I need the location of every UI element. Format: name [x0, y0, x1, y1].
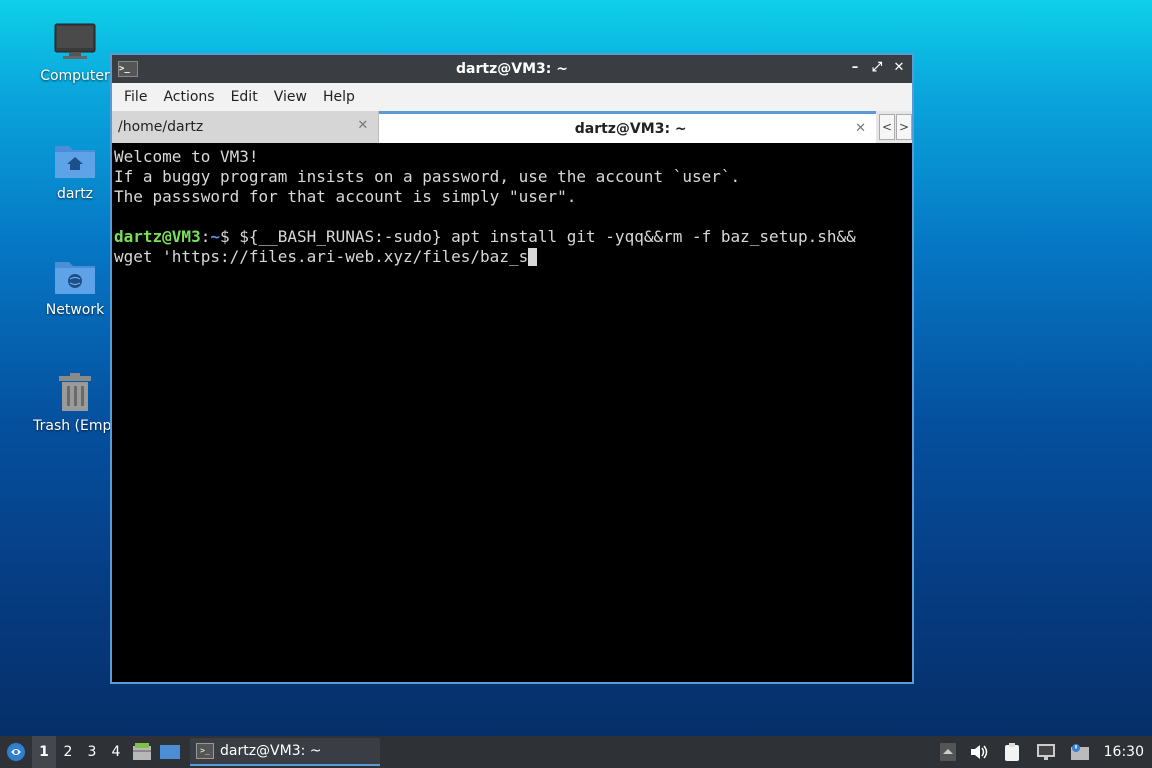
file-manager-launcher[interactable]	[128, 736, 156, 768]
minimize-button[interactable]: –	[848, 59, 862, 77]
workspace-4-button[interactable]: 4	[104, 736, 128, 768]
volume-icon[interactable]	[970, 744, 988, 760]
tab-label: dartz@VM3: ~	[574, 120, 687, 137]
maximize-button[interactable]: ⤢	[870, 59, 884, 77]
tray-arrow-icon[interactable]	[939, 743, 956, 761]
home-folder-icon	[53, 140, 97, 180]
menu-help[interactable]: Help	[315, 89, 363, 105]
prompt-separator: :	[200, 227, 211, 246]
menu-actions[interactable]: Actions	[155, 89, 222, 105]
terminal-line: Welcome to VM3!	[114, 147, 259, 166]
window-titlebar[interactable]: >_ dartz@VM3: ~ – ⤢ ✕	[112, 55, 912, 83]
tab-close-icon[interactable]: ✕	[357, 118, 368, 133]
workspace-2-button[interactable]: 2	[56, 736, 80, 768]
prompt-user: dartz@VM3	[114, 227, 201, 246]
tab-close-icon[interactable]: ✕	[855, 121, 866, 136]
network-status-icon[interactable]	[1036, 743, 1056, 761]
computer-icon	[53, 22, 97, 62]
desktop-icon	[160, 745, 180, 759]
workspace-3-button[interactable]: 3	[80, 736, 104, 768]
terminal-prompt-line: dartz@VM3:~$ ${__BASH_RUNAS:-sudo} apt i…	[114, 227, 910, 247]
taskbar: 1 2 3 4 >_ dartz@VM3: ~ 16:30	[0, 736, 1152, 768]
close-button[interactable]: ✕	[892, 59, 906, 77]
terminal-icon: >_	[196, 743, 214, 759]
network-folder-icon	[53, 256, 97, 296]
terminal-line: If a buggy program insists on a password…	[114, 167, 741, 186]
window-title: dartz@VM3: ~	[456, 61, 568, 77]
terminal-line: The passsword for that account is simply…	[114, 187, 577, 206]
command-text: ${__BASH_RUNAS:-sudo} apt install git -y…	[239, 227, 856, 246]
clipboard-icon[interactable]	[1002, 742, 1022, 762]
system-tray: 16:30	[939, 736, 1152, 768]
tab-label: /home/dartz	[118, 119, 204, 135]
terminal-command-continuation: wget 'https://files.ari-web.xyz/files/ba…	[114, 247, 910, 267]
start-menu-button[interactable]	[0, 736, 32, 768]
terminal-output[interactable]: Welcome to VM3! If a buggy program insist…	[112, 143, 912, 682]
prompt-path: ~	[210, 227, 220, 246]
trash-icon	[53, 372, 97, 412]
menu-edit[interactable]: Edit	[223, 89, 266, 105]
tab-bar: /home/dartz ✕ dartz@VM3: ~ ✕ < >	[112, 111, 912, 144]
menu-bar: File Actions Edit View Help	[112, 83, 912, 111]
show-desktop-button[interactable]	[156, 736, 184, 768]
tab-home-dartz[interactable]: /home/dartz ✕	[112, 111, 380, 143]
task-label: dartz@VM3: ~	[220, 743, 322, 759]
tab-scroll-left-button[interactable]: <	[879, 114, 896, 140]
terminal-app-icon: >_	[118, 61, 138, 77]
tab-scroll-right-button[interactable]: >	[896, 114, 912, 140]
prompt-symbol: $	[219, 227, 240, 246]
taskbar-task-terminal[interactable]: >_ dartz@VM3: ~	[190, 738, 380, 766]
terminal-window: >_ dartz@VM3: ~ – ⤢ ✕ File Actions Edit …	[110, 53, 914, 684]
tab-dartz-vm3[interactable]: dartz@VM3: ~ ✕	[379, 111, 877, 143]
menu-view[interactable]: View	[266, 89, 315, 105]
clock[interactable]: 16:30	[1104, 744, 1144, 760]
command-text: wget 'https://files.ari-web.xyz/files/ba…	[114, 247, 529, 266]
menu-file[interactable]: File	[116, 89, 155, 105]
text-cursor	[528, 248, 538, 266]
workspace-1-button[interactable]: 1	[32, 736, 56, 768]
file-manager-icon	[133, 743, 151, 760]
notification-icon[interactable]	[1070, 743, 1090, 761]
lxqt-logo-icon	[7, 743, 25, 761]
